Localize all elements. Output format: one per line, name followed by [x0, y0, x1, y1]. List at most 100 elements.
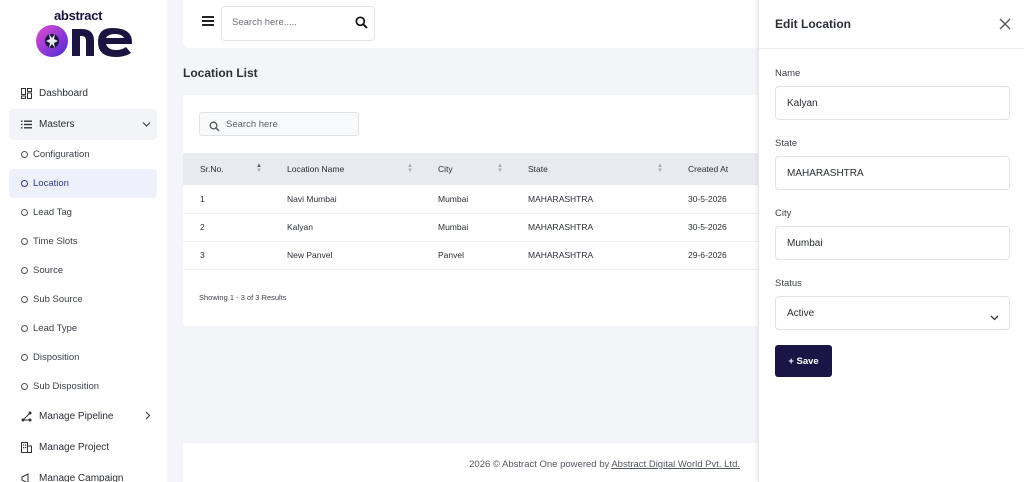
cell-state: MAHARASHTRA: [528, 222, 594, 232]
circle-icon: [21, 209, 28, 216]
sidebar-item-label: Manage Campaign: [39, 473, 124, 482]
circle-icon: [21, 180, 28, 187]
sidebar-item-location[interactable]: Location: [9, 169, 157, 198]
global-search-input[interactable]: [232, 17, 342, 28]
sidebar-item-sub-source[interactable]: Sub Source: [9, 285, 157, 314]
sidebar-item-label: Sub Source: [33, 294, 83, 305]
footer: 2026 © Abstract One powered by Abstract …: [183, 443, 783, 482]
sidebar-item-manage-campaign[interactable]: Manage Campaign: [9, 463, 157, 482]
close-icon[interactable]: [999, 17, 1011, 30]
city-label: City: [775, 208, 792, 219]
cell-sr-no: 1: [200, 193, 205, 204]
status-select[interactable]: Active: [775, 296, 1010, 330]
sidebar-item-configuration[interactable]: Configuration: [9, 140, 157, 169]
column-header-location-name[interactable]: Location Name ▲ ▼: [270, 153, 421, 185]
sidebar-item-label: Disposition: [33, 352, 80, 363]
status-value: Active: [787, 308, 815, 319]
search-icon: [209, 119, 220, 137]
chevron-down-icon: [990, 308, 999, 326]
city-value: Mumbai: [787, 238, 823, 249]
sidebar-nav: Dashboard Masters Configuration Location…: [9, 78, 157, 482]
sidebar-item-lead-tag[interactable]: Lead Tag: [9, 198, 157, 227]
sidebar-item-manage-project[interactable]: Manage Project: [9, 432, 157, 463]
column-header-sr-no[interactable]: Sr.No. ▲ ▼: [183, 153, 270, 185]
logo-one-mark: [36, 25, 132, 57]
sidebar-item-manage-pipeline[interactable]: Manage Pipeline: [9, 401, 157, 432]
footer-company-link[interactable]: Abstract Digital World Pvt. Ltd.: [611, 459, 740, 470]
abstract-one-logo[interactable]: abstract: [32, 8, 136, 60]
table-row[interactable]: 2 Kalyan Mumbai MAHARASHTRA 30-5-2026: [183, 213, 783, 241]
cell-location-name: Navi Mumbai: [287, 193, 337, 204]
cell-sr-no: 2: [200, 222, 205, 232]
building-icon: [20, 441, 33, 454]
circle-icon: [21, 354, 28, 361]
column-header-state[interactable]: State ▲ ▼: [511, 153, 671, 185]
column-header-city[interactable]: City ▲ ▼: [421, 153, 511, 185]
name-field[interactable]: Kalyan: [775, 86, 1010, 120]
location-list-card: Sr.No.▲▼ Location Name▲▼ City▲▼ State▲▼ …: [183, 95, 783, 326]
footer-text: 2026 © Abstract One powered by Abstract …: [469, 459, 740, 470]
state-label: State: [775, 138, 798, 149]
sidebar-item-label: Masters: [39, 119, 75, 130]
sidebar-item-dashboard[interactable]: Dashboard: [9, 78, 157, 109]
sort-icon: ▲ ▼: [657, 163, 663, 174]
page-title: Location List: [183, 66, 258, 80]
list-icon: [20, 118, 33, 131]
chevron-right-icon: [145, 411, 151, 423]
status-label: Status: [775, 278, 802, 289]
sidebar-item-label: Manage Pipeline: [39, 411, 114, 422]
city-field[interactable]: Mumbai: [775, 226, 1010, 260]
save-button[interactable]: + Save: [775, 345, 832, 377]
footer-copyright: 2026 © Abstract One powered by: [469, 459, 612, 470]
pipeline-icon: [20, 410, 33, 423]
pagination-summary: Showing 1 - 3 of 3 Results: [199, 293, 287, 302]
sidebar-item-label: Source: [33, 265, 64, 276]
top-bar: [183, 0, 783, 48]
circle-icon: [21, 238, 28, 245]
sidebar: abstract Dashboard Masters Configuration…: [0, 0, 167, 482]
global-search[interactable]: [221, 6, 375, 41]
sort-icon: ▲ ▼: [407, 163, 413, 174]
table-row[interactable]: 1 Navi Mumbai Mumbai MAHARASHTRA 30-5-20…: [183, 185, 783, 213]
sidebar-item-masters[interactable]: Masters: [9, 109, 157, 140]
name-label: Name: [775, 68, 801, 79]
sort-icon: ▲ ▼: [256, 163, 262, 174]
sidebar-item-label: Sub Disposition: [33, 381, 100, 392]
sidebar-item-time-slots[interactable]: Time Slots: [9, 227, 157, 256]
state-field[interactable]: MAHARASHTRA: [775, 156, 1010, 190]
location-table: Sr.No. ▲ ▼ Location Name ▲ ▼ City ▲ ▼ State ▲ ▼ …: [183, 153, 783, 270]
edit-location-panel: Edit Location Name Kalyan State MAHARASH…: [758, 0, 1024, 482]
sidebar-item-disposition[interactable]: Disposition: [9, 343, 157, 372]
cell-location-name: New Panvel: [287, 250, 333, 260]
panel-header: Edit Location: [759, 0, 1024, 49]
sidebar-item-label: Manage Project: [39, 442, 110, 453]
table-search[interactable]: [199, 112, 359, 136]
sidebar-item-label: Configuration: [33, 149, 90, 160]
hamburger-menu-icon[interactable]: [202, 16, 214, 26]
circle-icon: [21, 296, 28, 303]
cell-state: MAHARASHTRA: [528, 193, 594, 204]
chevron-down-icon: [142, 119, 151, 130]
sidebar-item-label: Dashboard: [39, 88, 88, 99]
circle-icon: [21, 267, 28, 274]
sidebar-item-label: Time Slots: [33, 236, 78, 247]
sidebar-item-label: Location: [33, 178, 69, 189]
campaign-icon: [20, 472, 33, 482]
sidebar-item-source[interactable]: Source: [9, 256, 157, 285]
name-value: Kalyan: [787, 98, 818, 109]
sidebar-item-sub-disposition[interactable]: Sub Disposition: [9, 372, 157, 401]
cell-city: Mumbai: [438, 193, 469, 204]
sort-icon: ▲ ▼: [497, 163, 503, 174]
search-icon[interactable]: [355, 16, 368, 34]
circle-icon: [21, 151, 28, 158]
circle-icon: [21, 325, 28, 332]
sidebar-item-label: Lead Tag: [33, 207, 72, 218]
dashboard-icon: [20, 87, 33, 100]
table-row[interactable]: 3 New Panvel Panvel MAHARASHTRA 29-6-202…: [183, 241, 783, 269]
sidebar-item-lead-type[interactable]: Lead Type: [9, 314, 157, 343]
sidebar-item-label: Lead Type: [33, 323, 78, 334]
cell-city: Mumbai: [438, 222, 469, 232]
table-search-input[interactable]: [226, 119, 346, 130]
panel-title: Edit Location: [775, 17, 851, 31]
circle-icon: [21, 383, 28, 390]
